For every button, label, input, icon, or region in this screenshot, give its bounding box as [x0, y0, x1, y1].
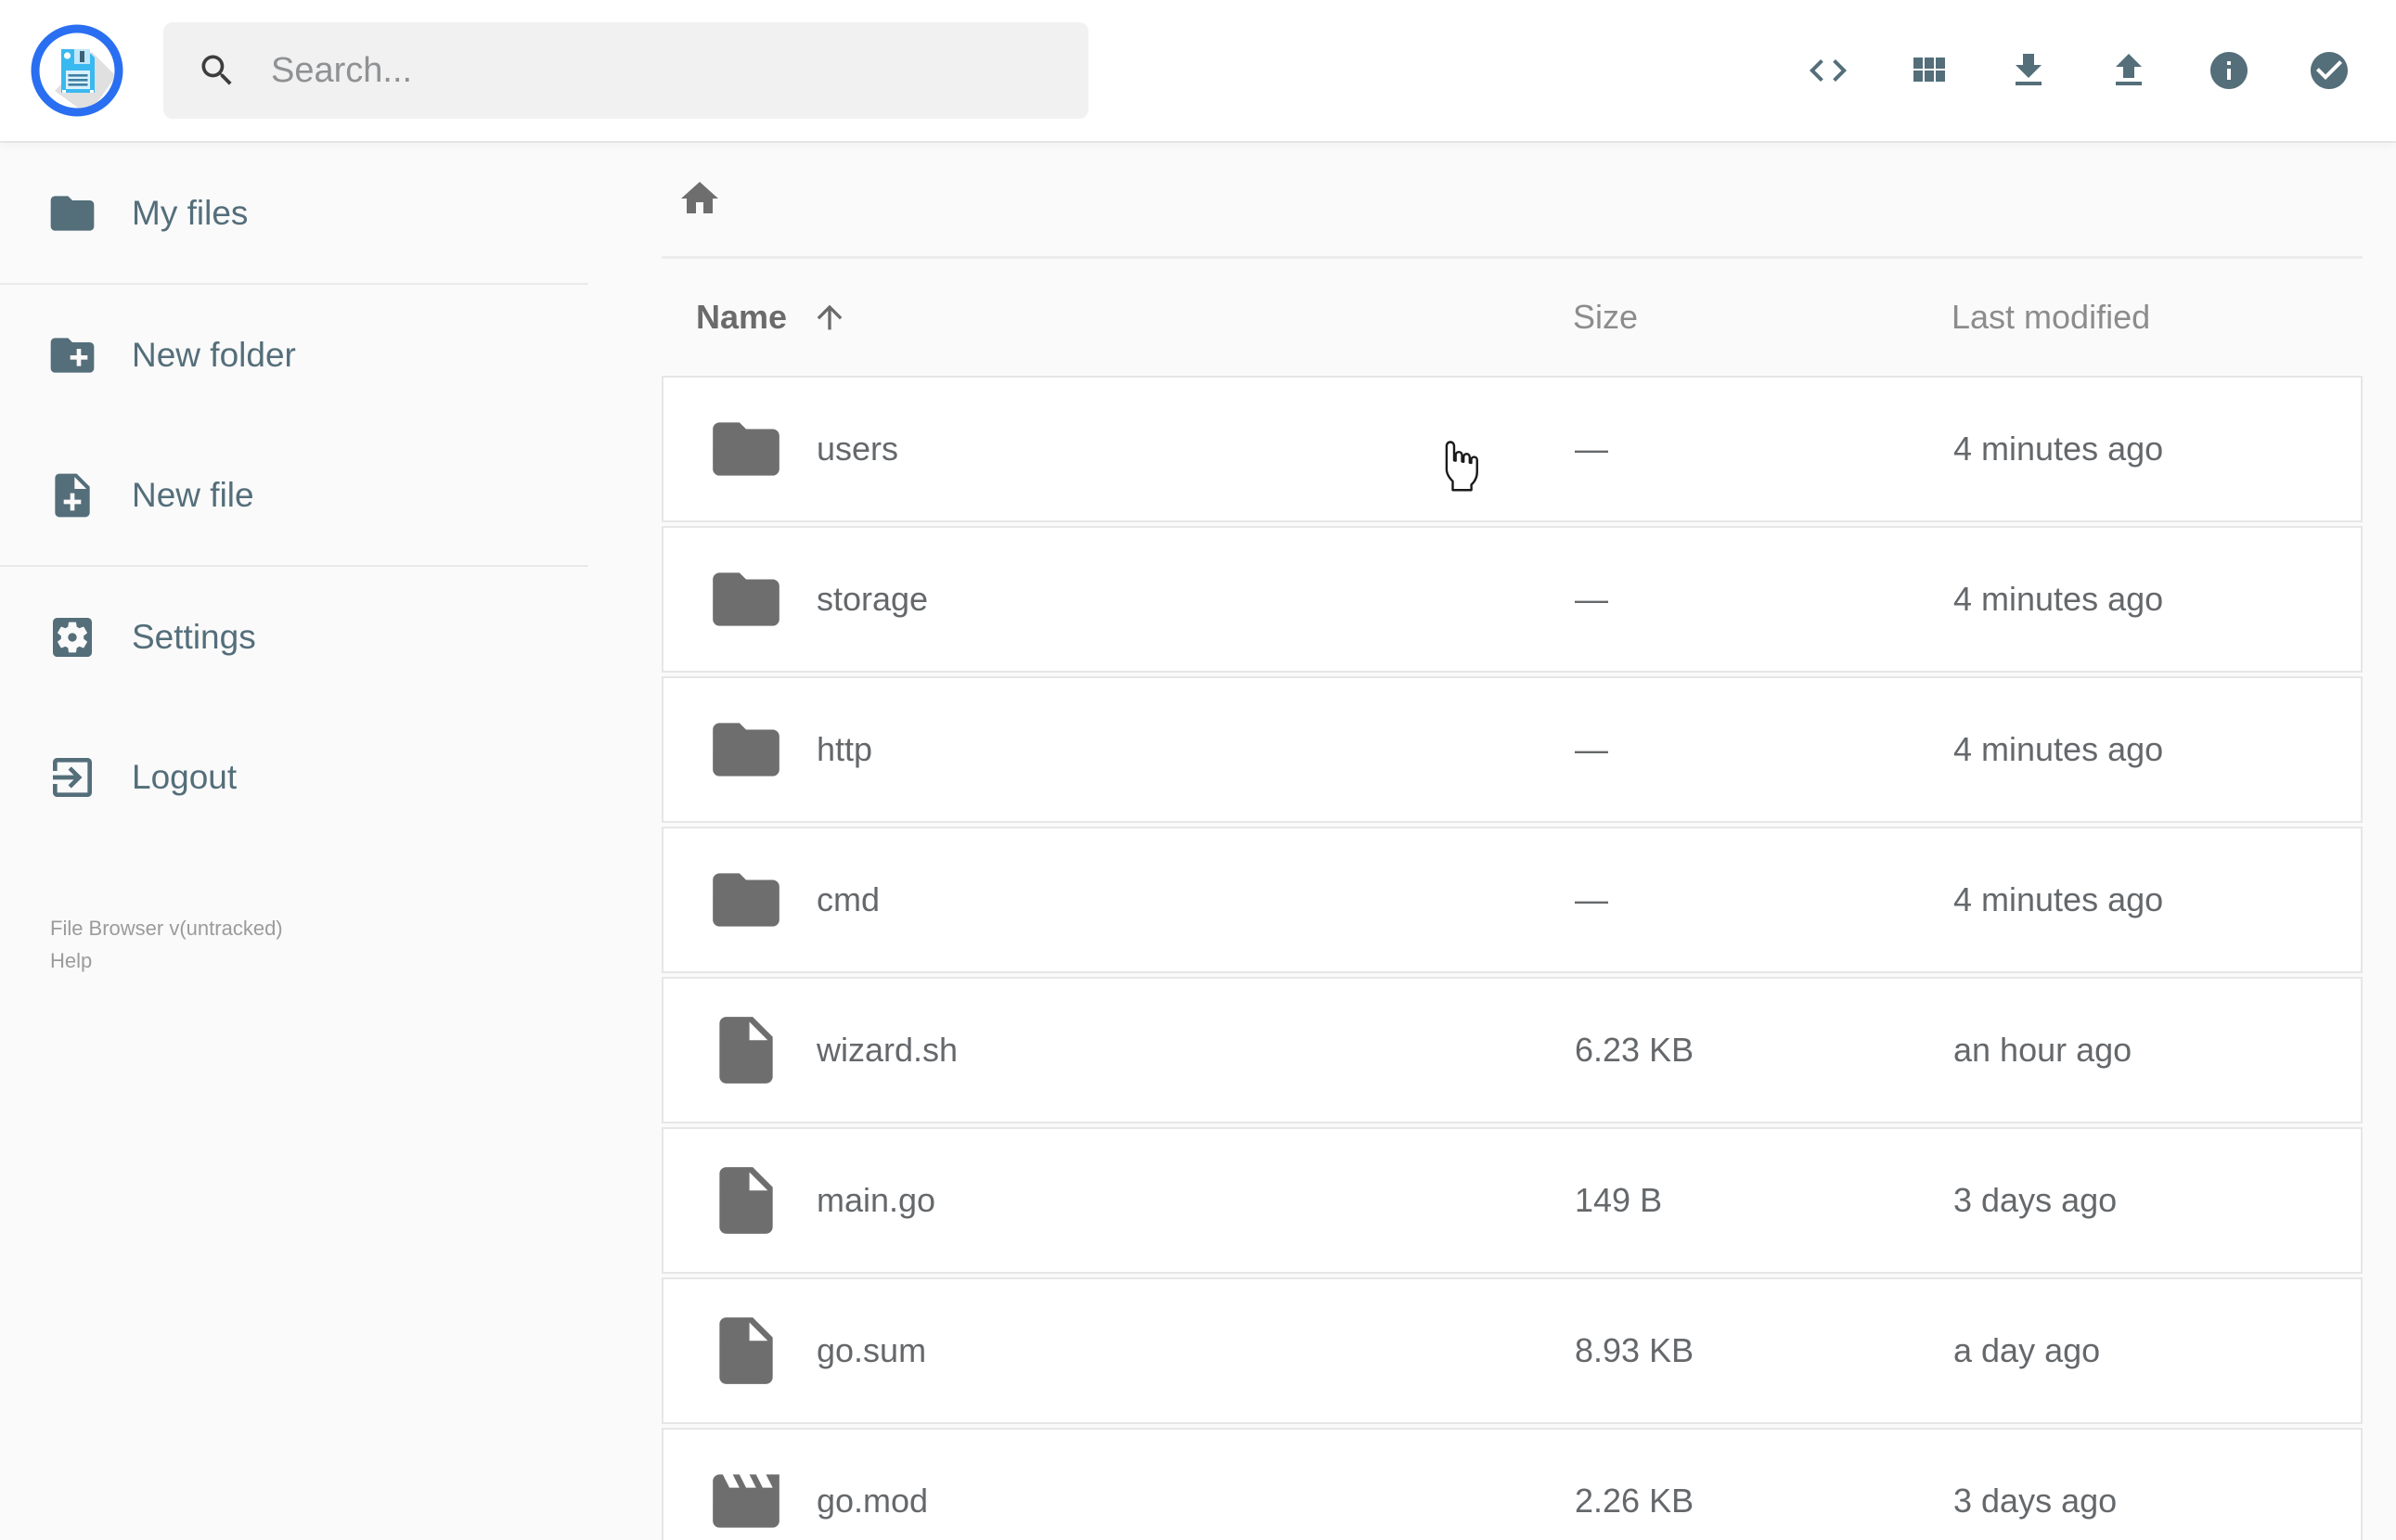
folder-icon	[706, 710, 786, 789]
file-modified: 4 minutes ago	[1953, 580, 2164, 618]
breadcrumb	[662, 141, 2363, 256]
file-icon	[706, 1161, 786, 1240]
file-modified: 3 days ago	[1953, 1181, 2118, 1219]
app-version: File Browser v(untracked)	[50, 917, 283, 940]
info-button[interactable]	[2205, 46, 2253, 95]
file-size: —	[1575, 430, 1608, 468]
grid-view-icon	[1906, 48, 1951, 93]
new-folder-icon	[46, 329, 98, 381]
sidebar-item-label: Settings	[132, 617, 256, 656]
file-size: 2.26 KB	[1575, 1482, 1694, 1520]
file-listing: Name Size Last modified users — 4 minute…	[662, 141, 2396, 1540]
sidebar-credits: File Browser v(untracked) Help	[50, 912, 662, 977]
file-size: 149 B	[1575, 1181, 1663, 1219]
file-size: 8.93 KB	[1575, 1331, 1694, 1369]
sidebar-item-settings[interactable]: Settings	[0, 567, 662, 707]
folder-icon	[706, 860, 786, 940]
switch-view-button[interactable]	[1904, 46, 1952, 95]
file-size: —	[1575, 580, 1608, 618]
shell-button[interactable]	[1804, 46, 1852, 95]
file-name: http	[817, 730, 873, 768]
file-name: cmd	[817, 880, 881, 918]
file-size: 6.23 KB	[1575, 1031, 1694, 1069]
file-modified: 3 days ago	[1953, 1482, 2118, 1520]
logout-icon	[46, 751, 98, 803]
download-icon	[2006, 48, 2051, 93]
sidebar-item-logout[interactable]: Logout	[0, 707, 662, 847]
header-actions	[1804, 46, 2353, 95]
upload-button[interactable]	[2105, 46, 2153, 95]
file-modified: a day ago	[1953, 1331, 2101, 1369]
file-name: go.sum	[817, 1331, 927, 1369]
file-modified: 4 minutes ago	[1953, 880, 2164, 918]
upload-icon	[2106, 48, 2151, 93]
sidebar-item-label: Logout	[132, 757, 238, 796]
file-row-cmd[interactable]: cmd — 4 minutes ago	[662, 827, 2363, 973]
sidebar-item-new-file[interactable]: New file	[0, 425, 662, 565]
sidebar: My files New folder New file Settings Lo…	[0, 141, 662, 1540]
code-icon	[1806, 48, 1850, 93]
file-name: wizard.sh	[817, 1031, 959, 1069]
file-icon	[706, 1311, 786, 1391]
file-name: main.go	[817, 1181, 936, 1219]
home-icon	[677, 176, 722, 221]
file-row-go-sum[interactable]: go.sum 8.93 KB a day ago	[662, 1277, 2363, 1424]
folder-icon	[706, 409, 786, 489]
sidebar-item-my-files[interactable]: My files	[0, 143, 662, 283]
file-icon	[706, 1010, 786, 1090]
sidebar-item-label: New folder	[132, 335, 296, 374]
sort-by-size-header[interactable]: Size	[1573, 298, 1952, 337]
file-row-go-mod[interactable]: go.mod 2.26 KB 3 days ago	[662, 1428, 2363, 1540]
check-circle-icon	[2307, 48, 2351, 93]
search-icon	[197, 50, 238, 91]
sidebar-item-label: My files	[132, 193, 249, 232]
arrow-up-icon	[811, 299, 848, 336]
filebrowser-logo-icon[interactable]	[31, 24, 123, 117]
top-bar	[0, 0, 2396, 141]
info-icon	[2207, 48, 2251, 93]
search-bar[interactable]	[163, 22, 1089, 119]
file-row-users[interactable]: users — 4 minutes ago	[662, 376, 2363, 522]
file-row-storage[interactable]: storage — 4 minutes ago	[662, 526, 2363, 673]
sort-by-name-header[interactable]: Name	[662, 298, 1573, 337]
file-modified: 4 minutes ago	[1953, 430, 2164, 468]
file-name: users	[817, 430, 899, 468]
download-button[interactable]	[2004, 46, 2053, 95]
folder-icon	[46, 187, 98, 239]
file-row-main-go[interactable]: main.go 149 B 3 days ago	[662, 1127, 2363, 1274]
folder-icon	[706, 559, 786, 639]
sidebar-item-new-folder[interactable]: New folder	[0, 285, 662, 425]
search-input[interactable]	[271, 50, 1055, 91]
settings-icon	[46, 611, 98, 663]
listing-header: Name Size Last modified	[662, 259, 2363, 376]
home-button[interactable]	[669, 168, 730, 229]
select-multiple-button[interactable]	[2305, 46, 2353, 95]
file-name: go.mod	[817, 1482, 929, 1520]
file-modified: 4 minutes ago	[1953, 730, 2164, 768]
file-row-wizard-sh[interactable]: wizard.sh 6.23 KB an hour ago	[662, 977, 2363, 1123]
new-file-icon	[46, 469, 98, 521]
file-size: —	[1575, 880, 1608, 918]
sidebar-item-label: New file	[132, 475, 254, 514]
movie-icon	[706, 1461, 786, 1540]
file-size: —	[1575, 730, 1608, 768]
column-name-label: Name	[696, 298, 788, 336]
file-row-http[interactable]: http — 4 minutes ago	[662, 676, 2363, 823]
sort-by-modified-header[interactable]: Last modified	[1952, 298, 2363, 337]
help-link[interactable]: Help	[50, 944, 92, 977]
file-name: storage	[817, 580, 929, 618]
file-modified: an hour ago	[1953, 1031, 2132, 1069]
